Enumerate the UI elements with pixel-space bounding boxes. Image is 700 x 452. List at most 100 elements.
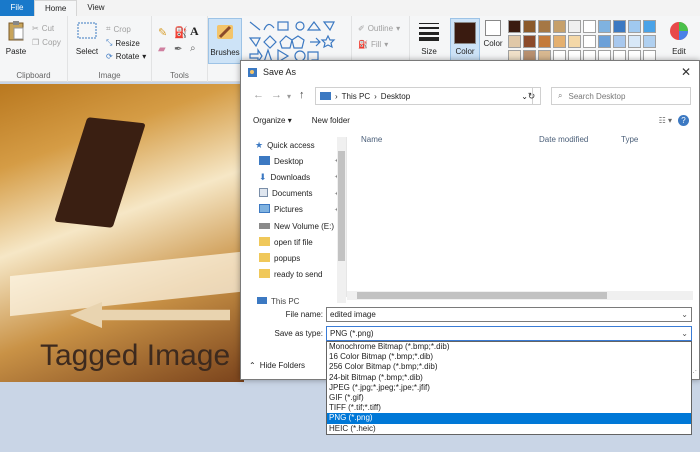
color1-button[interactable]: Color [450,18,480,64]
copy-button[interactable]: ❐ Copy [32,38,61,47]
address-bar[interactable]: › This PC › Desktop ⌄ [315,87,533,105]
file-name-input[interactable]: edited image ⌄ [326,307,692,322]
scrollbar-thumb[interactable] [357,292,607,299]
type-option[interactable]: 256 Color Bitmap (*.bmp;*.dib) [327,362,691,372]
size-label: Size [421,47,437,56]
hide-folders-button[interactable]: ⌃ Hide Folders [249,361,305,370]
type-option[interactable]: JPEG (*.jpg;*.jpeg;*.jpe;*.jfif) [327,383,691,393]
nav-item-popups[interactable]: popups [241,250,346,266]
color-swatch[interactable] [523,35,536,48]
scissors-icon: ✂ [32,24,39,33]
nav-pane-scrollbar[interactable] [337,137,346,303]
resize-button[interactable]: ⤡ Resize [106,38,140,48]
tab-view[interactable]: View [77,0,114,16]
color-swatch[interactable] [643,20,656,33]
recent-locations-chevron-icon[interactable]: ▾ [287,92,291,101]
dialog-titlebar[interactable]: Save As ✕ [241,61,699,83]
view-options-icon[interactable]: ☷ ▾ [659,116,672,125]
file-menu[interactable]: File [0,0,34,16]
cut-button[interactable]: ✂ Cut [32,24,54,33]
color-swatch[interactable] [523,20,536,33]
refresh-button[interactable]: ↻ [523,87,541,105]
type-option[interactable]: 16 Color Bitmap (*.bmp;*.dib) [327,352,691,362]
color-swatch[interactable] [538,20,551,33]
nav-item-documents[interactable]: Documents✦ [241,186,346,202]
nav-item-ready-to-send[interactable]: ready to send [241,267,346,283]
scrollbar-thumb[interactable] [338,151,345,261]
brushes-button[interactable]: Brushes [208,18,242,64]
color-swatch[interactable] [613,20,626,33]
help-icon[interactable]: ? [678,114,689,126]
nav-item-pictures[interactable]: Pictures✦ [241,202,346,218]
tab-home[interactable]: Home [34,0,78,16]
select-button[interactable]: Select [74,20,100,56]
folder-icon [259,252,270,264]
up-arrow-icon[interactable]: ↑ [299,89,305,101]
rotate-button[interactable]: ⟳ Rotate ▾ [106,52,146,61]
color-swatch[interactable] [613,35,626,48]
search-box[interactable]: ⌕ Search Desktop [551,87,691,105]
color-swatch[interactable] [598,35,611,48]
color-swatch[interactable] [628,20,641,33]
close-icon[interactable]: ✕ [681,65,691,79]
organize-button[interactable]: Organize ▾ [253,116,292,125]
nav-item-this-pc[interactable]: This PC [257,297,299,306]
outline-dropdown[interactable]: ✐ Outline ▾ [358,24,400,33]
file-list-scrollbar[interactable] [347,291,693,300]
color-swatch[interactable] [553,20,566,33]
eraser-icon[interactable]: ▰ [158,44,166,55]
nav-item-downloads[interactable]: ⬇Downloads✦ [241,169,346,185]
file-list[interactable]: Name Date modified Type [353,135,697,295]
tools-group-label: Tools [170,71,189,80]
color-picker-icon[interactable]: ✒ [174,44,182,55]
color-swatch[interactable] [508,35,521,48]
chevron-down-icon[interactable]: ⌄ [681,327,688,340]
color2-button[interactable]: Color [480,20,506,48]
column-type[interactable]: Type [621,135,638,144]
nav-item-open-tif-file[interactable]: open tif file [241,234,346,250]
paste-button[interactable]: Paste [4,20,28,56]
magnifier-icon[interactable]: ⌕ [190,43,196,54]
menu-bar: File Home View [0,0,700,16]
color-swatch[interactable] [643,35,656,48]
type-option[interactable]: HEIC (*.heic) [327,424,691,434]
type-option[interactable]: TIFF (*.tif;*.tiff) [327,403,691,413]
color-swatch[interactable] [598,20,611,33]
color-swatch[interactable] [568,35,581,48]
save-as-type-select[interactable]: PNG (*.png) ⌄ [326,326,692,341]
paint-canvas[interactable]: Tagged Image [0,84,244,382]
type-option[interactable]: GIF (*.gif) [327,393,691,403]
shapes-gallery-icon[interactable] [248,20,348,64]
fill-bucket-icon[interactable]: ⛽ [174,26,188,39]
forward-arrow-icon[interactable]: → [271,89,282,101]
type-option[interactable]: PNG (*.png) [327,413,691,424]
color-swatch[interactable] [583,35,596,48]
type-option[interactable]: Monochrome Bitmap (*.bmp;*.dib) [327,342,691,352]
color-swatch[interactable] [568,20,581,33]
color-swatch[interactable] [553,35,566,48]
column-date-modified[interactable]: Date modified [539,135,588,144]
color-swatch[interactable] [628,35,641,48]
color-swatch[interactable] [583,20,596,33]
desk-shape [10,251,240,317]
edit-colors-button[interactable]: Edit [662,20,696,56]
breadcrumb-this-pc[interactable]: This PC [342,92,370,101]
chevron-down-icon[interactable]: ⌄ [681,308,688,321]
crop-button[interactable]: ⌗ Crop [106,24,131,34]
breadcrumb-desktop[interactable]: Desktop [381,92,410,101]
color-swatch[interactable] [508,20,521,33]
fill-dropdown[interactable]: ⛽ Fill ▾ [358,40,388,49]
rotate-icon: ⟳ [106,52,113,61]
new-folder-button[interactable]: New folder [312,116,350,125]
nav-item-desktop[interactable]: Desktop✦ [241,153,346,169]
size-button[interactable]: Size [414,20,444,56]
nav-item-new-volume-e[interactable]: New Volume (E:) [241,218,346,234]
pencil-icon[interactable]: ✎ [158,26,167,39]
column-name[interactable]: Name [361,135,382,144]
back-arrow-icon[interactable]: ← [253,89,264,101]
nav-item-quick-access[interactable]: ★ Quick access [241,137,346,153]
color-swatch[interactable] [538,35,551,48]
nav-item-label: Pictures [274,205,303,215]
type-option[interactable]: 24-bit Bitmap (*.bmp;*.dib) [327,373,691,383]
text-tool-icon[interactable]: A [190,24,199,39]
